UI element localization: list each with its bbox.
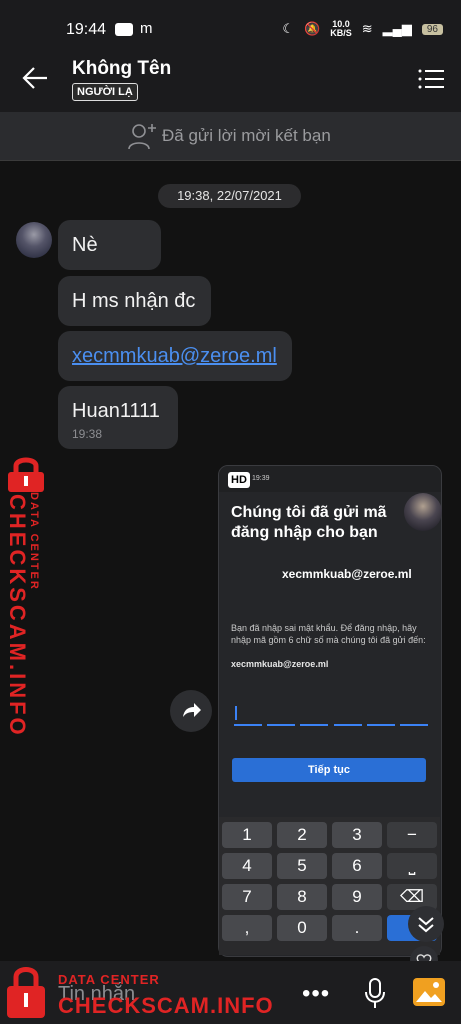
signal-icon: ▂▄▆ xyxy=(382,21,412,36)
key: 5 xyxy=(277,853,327,879)
forward-icon xyxy=(183,703,201,717)
email-link[interactable]: xecmmkuab@zeroe.ml xyxy=(72,345,277,367)
watermark-data-center: DATA CENTER xyxy=(58,972,160,987)
menu-icon[interactable] xyxy=(418,68,444,90)
key: ⎵ xyxy=(387,853,437,879)
otp-line xyxy=(267,724,296,726)
screenshot-description: Bạn đã nhập sai mật khẩu. Để đăng nhập, … xyxy=(231,623,426,645)
network-speed: 10.0 KB/S xyxy=(330,19,352,38)
hd-badge: HD xyxy=(228,472,250,488)
moon-icon: ☾ xyxy=(282,21,295,36)
otp-input-lines xyxy=(234,724,428,727)
scroll-down-button[interactable] xyxy=(408,906,444,942)
screenshot-title: Chúng tôi đã gửi mã đăng nhập cho bạn xyxy=(231,504,387,541)
key: 6 xyxy=(332,853,382,879)
back-arrow-icon[interactable] xyxy=(22,66,48,90)
key: 4 xyxy=(222,853,272,879)
share-button[interactable] xyxy=(170,690,212,732)
message-time: 19:38 xyxy=(72,427,103,441)
double-chevron-down-icon xyxy=(418,917,434,933)
add-friend-icon xyxy=(128,124,156,150)
message-bubble[interactable]: Nè xyxy=(58,220,161,270)
message-bubble[interactable]: xecmmkuab@zeroe.ml xyxy=(58,331,292,381)
key: 8 xyxy=(277,884,327,910)
screenshot-keypad: 1 2 3 − 4 5 6 ⎵ 7 8 9 ⌫ , 0 . xyxy=(219,817,440,955)
chat-header xyxy=(0,48,461,112)
text-cursor xyxy=(235,706,237,720)
wifi-icon: ≋ xyxy=(361,21,373,36)
mute-icon: 🔕 xyxy=(304,21,321,36)
more-options-icon[interactable]: ••• xyxy=(302,980,330,1008)
key: − xyxy=(387,822,437,848)
message-bubble[interactable]: H ms nhận đc xyxy=(58,276,211,326)
key: 2 xyxy=(277,822,327,848)
microphone-icon[interactable] xyxy=(364,977,386,1009)
message-text: Huan1111 xyxy=(72,400,160,422)
lock-watermark-icon xyxy=(7,967,45,1018)
key: 9 xyxy=(332,884,382,910)
battery-icon: 96 xyxy=(421,23,443,35)
image-icon[interactable] xyxy=(412,977,446,1007)
stranger-badge: NGƯỜI LẠ xyxy=(72,83,138,101)
key: 3 xyxy=(332,822,382,848)
date-separator: 19:38, 22/07/2021 xyxy=(158,184,301,208)
screenshot-description-email: xecmmkuab@zeroe.ml xyxy=(231,659,329,669)
otp-line xyxy=(300,724,329,726)
watermark-brand: CHECKSCAM.INFO xyxy=(5,494,30,738)
key: , xyxy=(222,915,272,941)
avatar[interactable] xyxy=(16,222,52,258)
otp-line xyxy=(366,724,395,726)
screenshot-status-bar: 19:39 xyxy=(219,466,441,492)
app-letter-icon: m xyxy=(140,20,153,37)
continue-button: Tiếp tục xyxy=(232,758,426,782)
otp-line xyxy=(399,724,428,726)
contact-name[interactable]: Không Tên xyxy=(72,58,171,80)
screenshot-email: xecmmkuab@zeroe.ml xyxy=(282,567,412,581)
lock-watermark-icon xyxy=(8,457,44,492)
status-icons: ☾ 🔕 10.0 KB/S ≋ ▂▄▆ 96 xyxy=(282,20,443,38)
friend-request-status: Đã gửi lời mời kết bạn xyxy=(162,126,331,145)
key: 1 xyxy=(222,822,272,848)
message-bubble[interactable]: Huan1111 19:38 xyxy=(58,386,178,449)
otp-line xyxy=(333,724,362,726)
youtube-icon xyxy=(115,23,133,36)
watermark-brand: CHECKSCAM.INFO xyxy=(58,993,274,1018)
key: 0 xyxy=(277,915,327,941)
status-time: 19:44 xyxy=(66,21,107,38)
key: 7 xyxy=(222,884,272,910)
otp-line xyxy=(234,724,262,726)
key: . xyxy=(332,915,382,941)
